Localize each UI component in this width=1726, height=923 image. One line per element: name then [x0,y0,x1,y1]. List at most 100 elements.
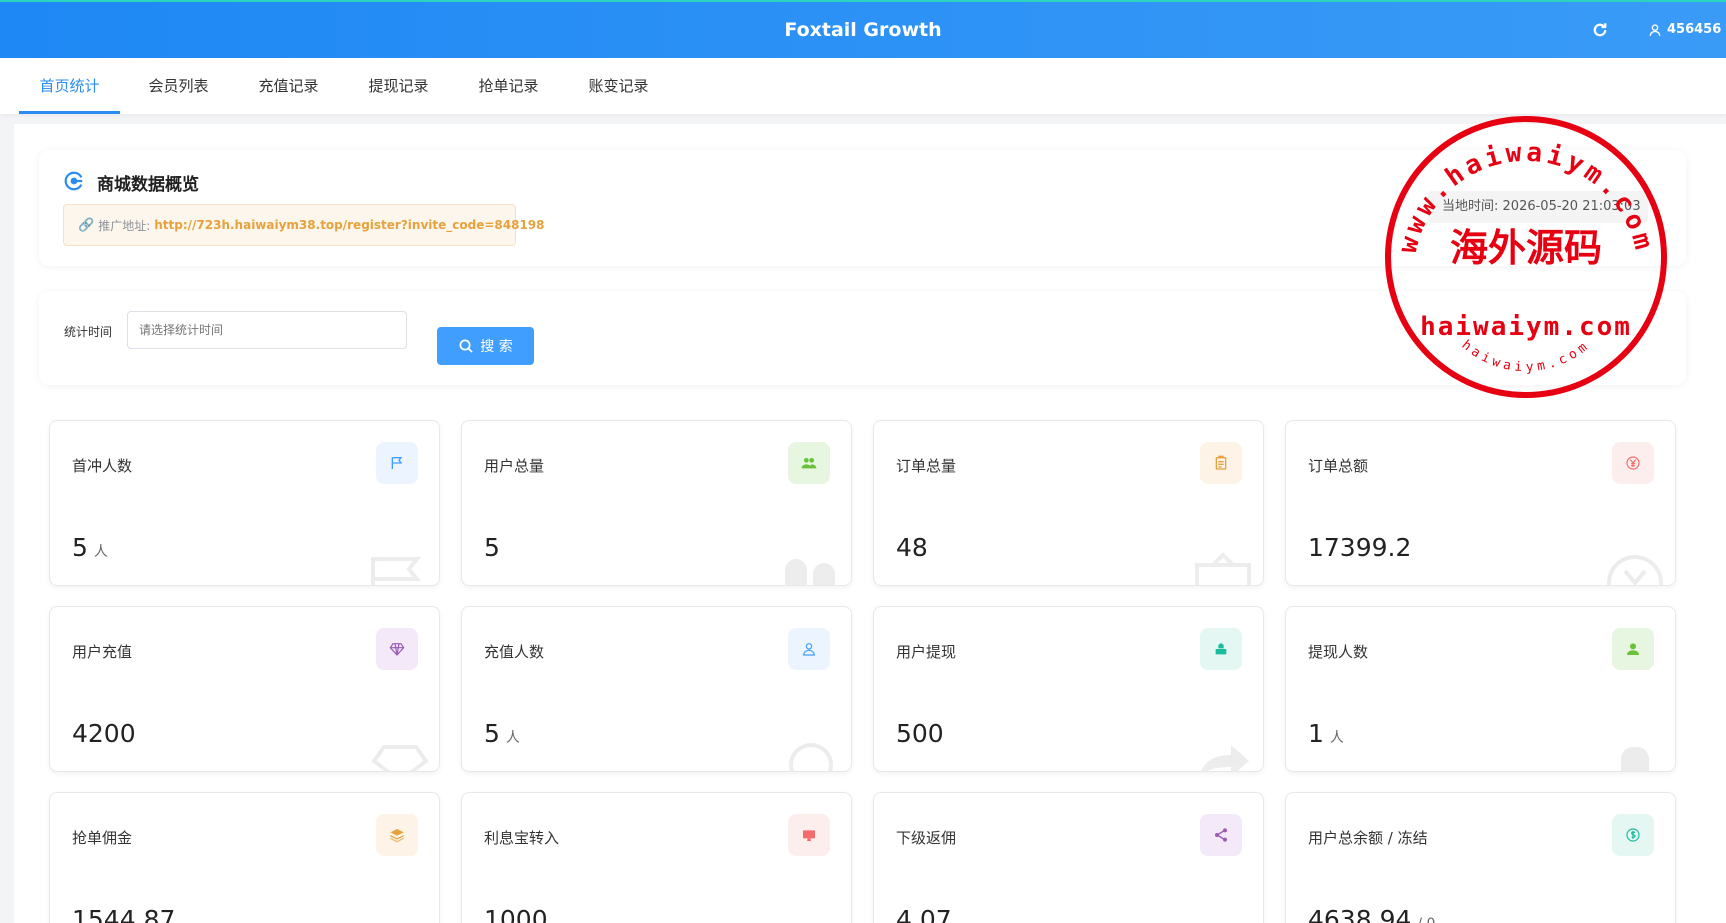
tab-home-stats[interactable]: 首页统计 [19,58,120,114]
stat-value: 500 [896,719,944,748]
diamond-icon [376,628,418,670]
promo-label: 推广地址: [98,218,151,233]
watermark-stamp: www.haiwaiym.com 海外源码 haiwaiym.com haiwa… [1385,116,1667,398]
top-header: Foxtail Growth 456456 [0,0,1726,58]
stat-label: 订单总量 [896,457,957,475]
stat-label: 订单总额 [1308,457,1369,475]
stat-value-row: 48 [896,533,934,562]
user-icon [1649,23,1661,36]
tab-member-list[interactable]: 会员列表 [130,58,227,114]
tab-recharge-records[interactable]: 充值记录 [240,58,337,114]
stat-value: 4200 [72,719,136,748]
share-arrow-watermark-icon [1201,745,1249,771]
stat-label: 首冲人数 [72,457,133,475]
nav-tabs: 首页统计 会员列表 充值记录 提现记录 抢单记录 账变记录 [0,58,1726,114]
flag-watermark-icon [371,557,422,585]
stat-value: 5 [484,533,500,562]
users-watermark-icon [785,559,835,585]
stat-label: 充值人数 [484,643,545,661]
stat-value-row: 500 [896,719,950,748]
svg-text:haiwaiym.com: haiwaiym.com [1459,338,1594,376]
user-plus-icon [788,628,830,670]
stat-card-interest-transfer: 利息宝转入 1000 [461,792,852,923]
tab-withdraw-records[interactable]: 提现记录 [350,58,447,114]
stat-card-withdraw-users: 提现人数 1人 [1285,606,1676,772]
monitor-icon [788,814,830,856]
stat-label: 利息宝转入 [484,829,560,847]
stat-card-grab-commission: 抢单佣金 1544.87 [49,792,440,923]
link-icon: 🔗 [78,217,95,233]
stat-value: 5 [484,719,500,748]
stat-value: 17399.2 [1308,533,1412,562]
stat-value: 1 [1308,719,1324,748]
stat-card-total-balance-frozen: 用户总余额 / 冻结 4638.94 / 0 [1285,792,1676,923]
stat-label: 用户充值 [72,643,133,661]
stat-card-total-users: 用户总量 5 [461,420,852,586]
stat-value: 4.07 [896,905,952,923]
stat-value: 4638.94 [1308,905,1412,923]
stat-unit: / 0 [1417,916,1435,923]
tab-account-change-records[interactable]: 账变记录 [570,58,667,114]
search-button[interactable]: 搜 索 [437,327,534,365]
dollar-circle-icon [1612,814,1654,856]
layers-icon [376,814,418,856]
stat-value: 48 [896,533,928,562]
stat-value: 5 [72,533,88,562]
stat-card-total-orders: 订单总量 48 [873,420,1264,586]
stat-card-user-withdraw: 用户提现 500 [873,606,1264,772]
promo-url[interactable]: http://723h.haiwaiym38.top/register?invi… [154,218,544,232]
stat-time-input[interactable] [127,311,407,349]
clipboard-watermark-icon [1195,552,1251,585]
stat-value-row: 5 [484,533,506,562]
stamp-bottom-text: haiwaiym.com [1459,338,1590,376]
user-watermark-icon [789,743,833,771]
stat-card-order-amount: 订单总额 17399.2 [1285,420,1676,586]
stat-unit: 人 [93,544,108,560]
stamp-middle-text: haiwaiym.com [1420,312,1632,342]
stat-value: 1544.87 [72,905,176,923]
stat-value-row: 5人 [72,533,108,562]
user-menu[interactable]: 456456 [1648,22,1721,37]
clipboard-icon [1200,442,1242,484]
tab-order-grab-records[interactable]: 抢单记录 [460,58,557,114]
stat-value-row: 1544.87 [72,905,181,923]
stat-label: 用户总余额 / 冻结 [1308,829,1428,847]
stat-label: 抢单佣金 [72,829,133,847]
stat-label: 下级返佣 [896,829,957,847]
overview-title: 商城数据概览 [97,175,199,195]
overview-logo-icon [64,171,83,191]
refresh-icon[interactable] [1591,21,1609,39]
stat-time-label: 统计时间 [64,325,113,339]
stat-value-row: 4638.94 / 0 [1308,905,1435,923]
yen-icon [1612,442,1654,484]
stat-value-row: 1000 [484,905,554,923]
stat-label: 提现人数 [1308,643,1369,661]
stat-value-row: 5人 [484,719,520,748]
withdraw-icon [1200,628,1242,670]
stat-value-row: 1人 [1308,719,1344,748]
promo-link-box: 🔗 推广地址: http://723h.haiwaiym38.top/regis… [63,204,545,246]
stat-label: 用户总量 [484,457,545,475]
diamond-watermark-icon [371,745,429,771]
stat-card-recharge-users: 充值人数 5人 [461,606,852,772]
stat-value-row: 17399.2 [1308,533,1417,562]
search-icon [459,339,473,353]
flag-icon [376,442,418,484]
stat-label: 用户提现 [896,643,957,661]
stat-card-subordinate-rebate: 下级返佣 4.07 [873,792,1264,923]
stat-card-first-deposit-users: 首冲人数 5人 [49,420,440,586]
person-icon [1612,628,1654,670]
stat-unit: 人 [1329,730,1344,746]
stat-value: 1000 [484,905,548,923]
person-watermark-icon [1621,747,1649,771]
stat-value-row: 4.07 [896,905,958,923]
share-icon [1200,814,1242,856]
user-name: 456456 [1667,22,1722,37]
yen-watermark-icon [1607,555,1663,585]
stat-card-user-recharge: 用户充值 4200 [49,606,440,772]
search-button-label: 搜 索 [480,339,513,355]
stamp-center-text: 海外源码 [1450,225,1602,270]
app-title: Foxtail Growth [784,19,942,41]
stat-unit: 人 [505,730,520,746]
users-icon [788,442,830,484]
